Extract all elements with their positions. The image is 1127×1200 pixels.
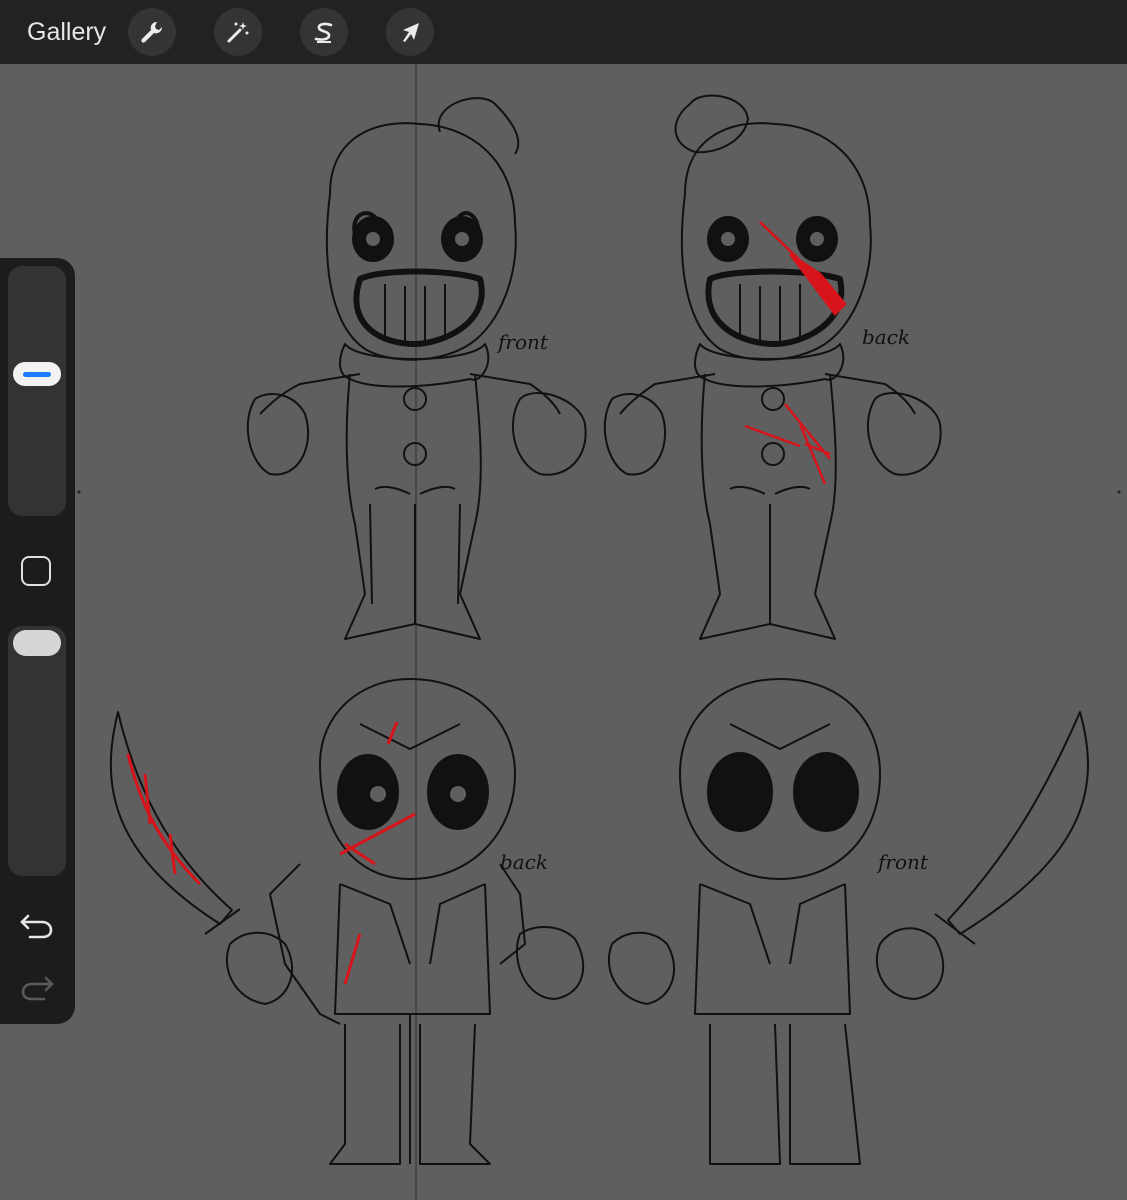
redo-icon[interactable]	[18, 970, 56, 1004]
undo-icon[interactable]	[18, 908, 56, 942]
magic-wand-icon	[227, 22, 249, 43]
top-toolbar: Gallery	[0, 0, 1127, 64]
blood-splatter-clown	[744, 221, 847, 485]
gallery-button[interactable]: Gallery	[27, 18, 106, 47]
clown-front-figure	[246, 97, 587, 640]
clown-back-figure	[603, 94, 942, 640]
opacity-slider-thumb[interactable]	[13, 630, 61, 656]
jason-back-figure	[109, 678, 585, 1165]
opacity-slider[interactable]	[8, 626, 66, 876]
brush-size-slider-thumb[interactable]	[13, 362, 61, 386]
label-clown-front: front	[496, 330, 549, 354]
drawing-canvas[interactable]: front back back front	[0, 64, 1127, 1200]
jason-front-figure	[607, 678, 1089, 1165]
wrench-icon	[141, 21, 163, 43]
transform-button[interactable]	[386, 8, 435, 56]
label-jason-back: back	[500, 850, 548, 874]
sketch-artwork: front back back front	[77, 64, 1121, 1200]
selection-s-icon	[314, 22, 333, 43]
label-clown-back: back	[862, 325, 910, 349]
modify-square-button[interactable]	[21, 556, 51, 586]
left-sidebar	[0, 258, 75, 1024]
selection-button[interactable]	[300, 8, 349, 56]
actions-button[interactable]	[128, 8, 177, 56]
adjustments-button[interactable]	[214, 8, 263, 56]
transform-arrow-icon	[403, 23, 420, 42]
label-jason-front: front	[876, 850, 929, 874]
brush-size-slider[interactable]	[8, 266, 66, 516]
